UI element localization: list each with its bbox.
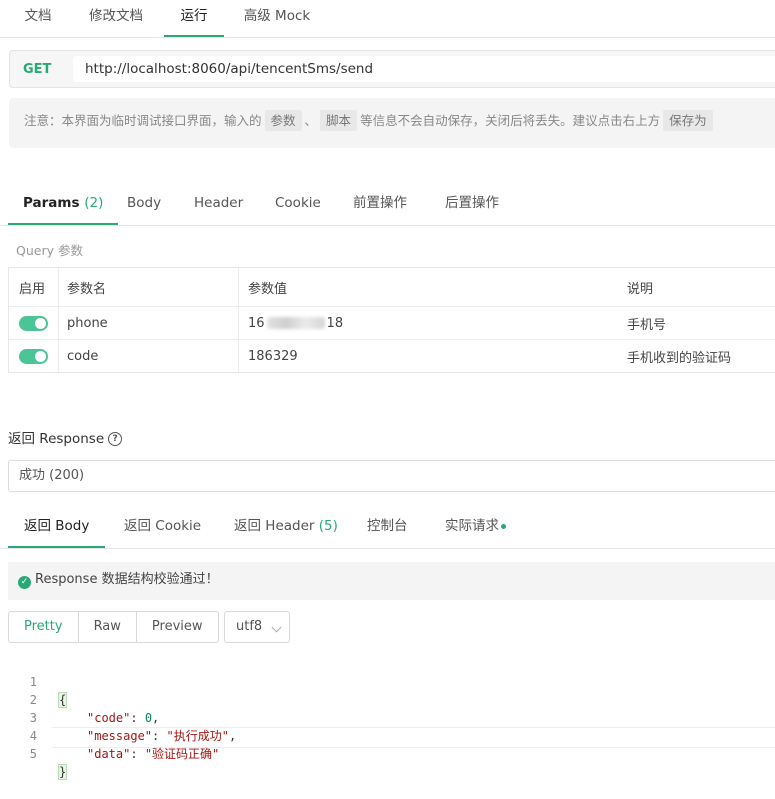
response-body-code[interactable]: 1 { 2 "code": 0, 3 "message": "执行成功", 4 … — [0, 655, 775, 780]
table-header-row: 启用 参数名 参数值 说明 — [9, 268, 775, 307]
top-tab-bar: 文档 修改文档 运行 高级 Mock — [0, 0, 775, 38]
tab-response-cookie[interactable]: 返回 Cookie — [124, 506, 201, 548]
view-preview-button[interactable]: Preview — [137, 612, 218, 642]
check-circle-icon: ✓ — [18, 576, 31, 589]
tab-actual-request[interactable]: 实际请求 — [445, 506, 506, 548]
response-status-selector[interactable]: 成功 (200) — [8, 460, 775, 492]
request-url-bar: GET http://localhost:8060/api/tencentSms… — [9, 50, 775, 88]
param-value-cell[interactable]: 16 18 — [248, 307, 343, 339]
param-value-start: 16 — [248, 315, 265, 331]
tab-actual-request-label: 实际请求 — [445, 518, 499, 534]
notice-tag-save-as: 保存为 — [663, 110, 713, 131]
response-tabs: 返回 Body 返回 Cookie 返回 Header (5) 控制台 实际请求 — [0, 506, 775, 549]
validation-banner: ✓ Response 数据结构校验通过！ — [8, 562, 775, 600]
url-input[interactable]: http://localhost:8060/api/tencentSms/sen… — [73, 56, 775, 82]
notice-separator: 、 — [304, 113, 318, 128]
notice-text-suffix: 等信息不会自动保存，关闭后将丢失。建议点击右上方 — [360, 113, 661, 128]
code-close-brace: } — [57, 764, 68, 780]
query-params-label: Query 参数 — [16, 243, 83, 258]
param-name-cell[interactable]: code — [67, 340, 98, 373]
tab-header[interactable]: Header — [194, 183, 243, 225]
param-name-cell[interactable]: phone — [67, 307, 108, 339]
param-value-cell[interactable]: 186329 — [248, 340, 298, 373]
notice-tag-script: 脚本 — [320, 110, 358, 131]
view-pretty-button[interactable]: Pretty — [9, 612, 79, 642]
tab-advanced-mock[interactable]: 高级 Mock — [236, 0, 318, 37]
enable-toggle-phone[interactable] — [19, 315, 48, 331]
help-icon[interactable]: ? — [108, 432, 123, 446]
notice-text-prefix: 注意：本界面为临时调试接口界面，输入的 — [24, 113, 262, 128]
tab-response-header-count: (5) — [318, 518, 338, 534]
query-params-table: 启用 参数名 参数值 说明 phone 16 18 手机号 code 186329… — [8, 267, 775, 373]
tab-params[interactable]: Params (2) — [8, 183, 119, 225]
response-label-text: 返回 Response — [8, 431, 105, 447]
tab-docs[interactable]: 文档 — [12, 0, 64, 37]
column-header-enabled: 启用 — [19, 281, 46, 297]
view-mode-group: Pretty Raw Preview — [8, 611, 219, 643]
tab-response-header[interactable]: 返回 Header (5) — [234, 506, 338, 548]
tab-post-operations[interactable]: 后置操作 — [445, 183, 499, 225]
enable-toggle-code[interactable] — [19, 349, 48, 364]
chevron-down-icon — [271, 622, 282, 633]
validation-message: Response 数据结构校验通过！ — [35, 572, 219, 587]
encoding-value: utf8 — [236, 619, 263, 634]
param-value-end: 18 — [326, 315, 344, 331]
table-row: code 186329 手机收到的验证码 — [9, 340, 775, 373]
redacted-region — [266, 317, 325, 329]
encoding-select[interactable]: utf8 — [224, 611, 290, 643]
http-method-selector[interactable]: GET — [23, 51, 51, 88]
response-section-label: 返回 Response? — [8, 427, 123, 447]
request-param-tabs: Params (2) Body Header Cookie 前置操作 后置操作 — [0, 183, 775, 226]
notice-tag-params: 参数 — [264, 110, 302, 131]
temporary-debug-notice: 注意：本界面为临时调试接口界面，输入的 参数、脚本 等信息不会自动保存，关闭后将丢失… — [9, 98, 775, 148]
tab-cookie[interactable]: Cookie — [275, 183, 321, 225]
status-dot-icon — [501, 523, 506, 529]
json-value: "验证码正确" — [144, 747, 220, 761]
tab-body[interactable]: Body — [127, 183, 161, 225]
tab-edit-docs[interactable]: 修改文档 — [80, 0, 152, 37]
column-header-name: 参数名 — [67, 281, 107, 297]
column-header-value: 参数值 — [248, 281, 288, 297]
table-row: phone 16 18 手机号 — [9, 307, 775, 340]
tab-params-count: (2) — [84, 195, 104, 211]
tab-response-header-label: 返回 Header — [234, 518, 315, 534]
tab-run[interactable]: 运行 — [164, 0, 224, 37]
tab-response-body[interactable]: 返回 Body — [8, 506, 106, 548]
param-description-cell[interactable]: 手机号 — [627, 307, 666, 339]
column-header-description: 说明 — [627, 281, 654, 297]
tab-params-label: Params — [23, 195, 80, 211]
line-number: 5 — [29, 747, 37, 761]
tab-console[interactable]: 控制台 — [367, 506, 408, 548]
view-raw-button[interactable]: Raw — [79, 612, 137, 642]
param-description-cell[interactable]: 手机收到的验证码 — [627, 340, 731, 373]
json-key: "data" — [87, 747, 131, 761]
tab-pre-operations[interactable]: 前置操作 — [353, 183, 407, 225]
